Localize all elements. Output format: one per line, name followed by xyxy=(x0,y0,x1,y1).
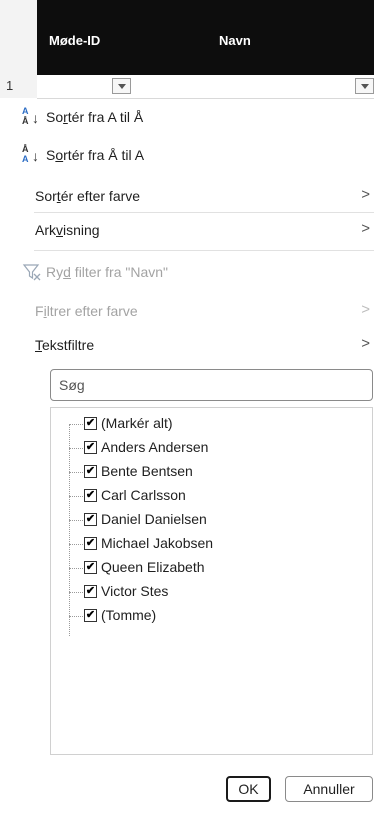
tree-connector xyxy=(69,616,83,617)
menu-item-label: Sortér efter farve xyxy=(35,188,141,204)
checkbox[interactable]: ✔ xyxy=(84,537,97,550)
menu-item-clear-filter: Ryd filter fra "Navn" xyxy=(0,259,374,285)
arrow-down-icon: ↓ xyxy=(32,110,39,126)
checklist-item-label: (Markér alt) xyxy=(101,415,173,431)
checklist-item[interactable]: ✔ Anders Andersen xyxy=(51,437,351,459)
checklist-item[interactable]: ✔ Michael Jakobsen xyxy=(51,533,351,555)
checkbox[interactable]: ✔ xyxy=(84,513,97,526)
sort-icon-letter-top: Å xyxy=(22,144,29,154)
tree-connector xyxy=(69,496,83,497)
tree-connector xyxy=(69,592,83,593)
menu-separator xyxy=(34,212,374,213)
checkbox[interactable]: ✔ xyxy=(84,441,97,454)
checklist-item-label: Bente Bentsen xyxy=(101,463,193,479)
chevron-right-icon: > xyxy=(361,186,370,203)
sort-ascending-icon: A Å ↓ xyxy=(22,106,40,128)
checklist-item-label: Queen Elizabeth xyxy=(101,559,205,575)
menu-item-label: Filtrer efter farve xyxy=(35,303,138,319)
checklist-item[interactable]: ✔ Carl Carlsson xyxy=(51,485,351,507)
checklist-item-label: Michael Jakobsen xyxy=(101,535,214,551)
checklist-item-label: Victor Stes xyxy=(101,583,169,599)
checklist-item[interactable]: ✔ Victor Stes xyxy=(51,581,351,603)
chevron-right-icon: > xyxy=(361,220,370,237)
header-filter-row xyxy=(37,75,374,99)
menu-item-sort-ascending[interactable]: A Å ↓ Sortér fra A til Å xyxy=(0,104,374,130)
menu-separator xyxy=(34,250,374,251)
sort-icon-letter-bottom: A xyxy=(22,154,29,164)
chevron-down-icon xyxy=(360,83,369,89)
tree-connector xyxy=(69,568,83,569)
column-title-navn: Navn xyxy=(219,33,251,48)
cancel-button[interactable]: Annuller xyxy=(285,776,373,802)
value-checklist: ✔ (Markér alt) ✔ Anders Andersen ✔ Bente… xyxy=(50,407,373,755)
ok-button[interactable]: OK xyxy=(226,776,271,802)
sort-icon-letter-top: A xyxy=(22,106,29,116)
tree-connector xyxy=(69,544,83,545)
chevron-right-icon: > xyxy=(361,301,370,318)
header-band: Møde-ID Navn xyxy=(37,0,374,75)
filter-dropdown-button-navn[interactable] xyxy=(355,78,374,94)
sort-icon-letter-bottom: Å xyxy=(22,116,29,126)
tree-connector xyxy=(69,472,83,473)
menu-item-text-filters[interactable]: Tekstfiltre > xyxy=(0,332,374,358)
checklist-item[interactable]: ✔ (Tomme) xyxy=(51,605,351,627)
chevron-down-icon xyxy=(117,83,126,89)
sheet-header: 1 Møde-ID Navn xyxy=(0,0,374,99)
checklist-item-label: Anders Andersen xyxy=(101,439,209,455)
menu-item-label: Arkvisning xyxy=(35,222,100,238)
checkbox[interactable]: ✔ xyxy=(84,585,97,598)
filter-dropdown-button-mode-id[interactable] xyxy=(112,78,131,94)
checkbox[interactable]: ✔ xyxy=(84,609,97,622)
menu-item-sheet-view[interactable]: Arkvisning > xyxy=(0,217,374,243)
menu-item-sort-by-color[interactable]: Sortér efter farve > xyxy=(0,183,374,209)
tree-connector xyxy=(69,424,83,425)
clear-filter-icon xyxy=(22,264,41,281)
checklist-item-label: (Tomme) xyxy=(101,607,157,623)
checkbox[interactable]: ✔ xyxy=(84,561,97,574)
checklist-item[interactable]: ✔ Queen Elizabeth xyxy=(51,557,351,579)
checkbox[interactable]: ✔ xyxy=(84,417,97,430)
checklist-item[interactable]: ✔ Daniel Danielsen xyxy=(51,509,351,531)
sort-descending-icon: Å A ↓ xyxy=(22,144,40,166)
menu-item-label: Ryd filter fra "Navn" xyxy=(46,264,168,280)
checkbox[interactable]: ✔ xyxy=(84,465,97,478)
menu-item-sort-descending[interactable]: Å A ↓ Sortér fra Å til A xyxy=(0,142,374,168)
tree-connector xyxy=(69,448,83,449)
menu-item-label: Sortér fra A til Å xyxy=(46,109,144,125)
search-input[interactable] xyxy=(50,369,373,401)
checklist-item-select-all[interactable]: ✔ (Markér alt) xyxy=(51,413,351,435)
menu-item-label: Sortér fra Å til A xyxy=(46,147,145,163)
row-number: 1 xyxy=(6,78,14,93)
chevron-right-icon: > xyxy=(361,335,370,352)
checklist-item[interactable]: ✔ Bente Bentsen xyxy=(51,461,351,483)
menu-item-filter-by-color: Filtrer efter farve > xyxy=(0,298,374,324)
row-header-gutter: 1 xyxy=(0,0,38,98)
arrow-down-icon: ↓ xyxy=(32,148,39,164)
checkbox[interactable]: ✔ xyxy=(84,489,97,502)
menu-item-label: Tekstfiltre xyxy=(35,337,95,353)
checklist-item-label: Carl Carlsson xyxy=(101,487,186,503)
tree-connector xyxy=(69,520,83,521)
column-title-mode-id: Møde-ID xyxy=(49,33,101,48)
checklist-item-label: Daniel Danielsen xyxy=(101,511,207,527)
